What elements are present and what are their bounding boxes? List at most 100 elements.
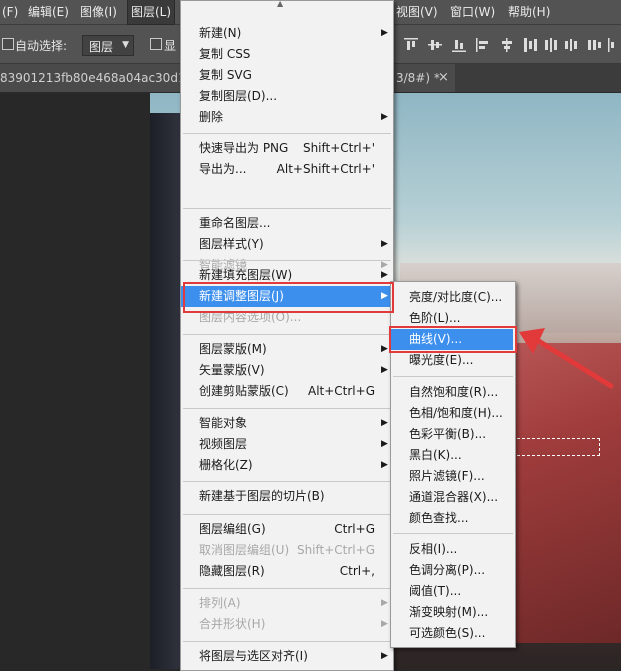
menu-item-shortcut: Ctrl+G xyxy=(334,522,375,536)
layer-menu-item[interactable]: 新建基于图层的切片(B) xyxy=(181,486,391,507)
layer-menu-item[interactable]: 图层编组(G) Ctrl+G xyxy=(181,519,391,540)
layer-menu-item[interactable]: 智能对象 ▶ xyxy=(181,413,391,434)
align-hcenter-icon[interactable] xyxy=(500,38,514,52)
submenu-arrow-icon: ▶ xyxy=(381,418,388,428)
align-top-icon[interactable] xyxy=(404,38,418,52)
submenu-arrow-icon: ▶ xyxy=(381,112,388,122)
menu-item-label: 复制图层(D)... xyxy=(199,89,278,103)
layer-menu-item[interactable]: 栅格化(Z) ▶ xyxy=(181,455,391,476)
align-right-icon[interactable] xyxy=(524,38,538,52)
document-tab-title-suffix: 3/8#) * xyxy=(396,71,440,85)
layer-menu-item[interactable]: 矢量蒙版(V) ▶ xyxy=(181,360,391,381)
menu-window[interactable]: 窗口(W) xyxy=(450,0,495,24)
layer-menu-item: 合并形状(H) ▶ xyxy=(181,614,391,635)
distribute-right-icon[interactable] xyxy=(608,38,621,52)
menu-separator xyxy=(183,334,391,335)
menu-item-label: 色调分离(P)... xyxy=(409,563,486,577)
menu-item-shortcut: Shift+Ctrl+' xyxy=(302,141,375,155)
menu-separator xyxy=(393,533,513,534)
distribute-icon[interactable] xyxy=(544,38,558,52)
layer-menu-item[interactable]: 隐藏图层(R) Ctrl+, xyxy=(181,561,391,582)
adjustment-menu-item[interactable]: 照片滤镜(F)... xyxy=(391,466,513,487)
adjustment-menu-item[interactable]: 黑白(K)... xyxy=(391,445,513,466)
menu-item-label: 创建剪贴蒙版(C) xyxy=(199,384,289,398)
layer-menu-item: 排列(A) ▶ xyxy=(181,593,391,614)
submenu-arrow-icon: ▶ xyxy=(381,28,388,38)
layer-menu-item[interactable]: 创建剪贴蒙版(C) Alt+Ctrl+G xyxy=(181,381,391,402)
selection-marquee[interactable] xyxy=(512,438,600,456)
menu-separator xyxy=(183,408,391,409)
adjustment-menu-item[interactable]: 可选颜色(S)... xyxy=(391,623,513,644)
adjustment-menu-item[interactable]: 通道混合器(X)... xyxy=(391,487,513,508)
menu-item-label: 反相(I)... xyxy=(409,542,458,556)
adjustment-menu-item[interactable]: 亮度/对比度(C)... xyxy=(391,287,513,308)
distribute-horizontal-icon[interactable] xyxy=(564,38,578,52)
menu-help[interactable]: 帮助(H) xyxy=(508,0,550,24)
menu-item-label: 渐变映射(M)... xyxy=(409,605,489,619)
adjustment-menu-item[interactable]: 色调分离(P)... xyxy=(391,560,513,581)
auto-select-dropdown[interactable]: 图层 ▼ xyxy=(82,35,134,56)
layer-menu-item[interactable]: 复制 CSS xyxy=(181,44,391,65)
adjustment-menu-item[interactable]: 颜色查找... xyxy=(391,508,513,529)
layer-menu-item[interactable]: 复制图层(D)... xyxy=(181,86,391,107)
scroll-up-icon[interactable]: ▲ xyxy=(277,0,283,8)
adjustment-menu-item[interactable]: 渐变映射(M)... xyxy=(391,602,513,623)
submenu-arrow-icon: ▶ xyxy=(381,344,388,354)
menu-item-label: 导出为... xyxy=(199,162,247,176)
distribute-spacing-icon[interactable] xyxy=(588,38,602,52)
menu-item-shortcut: Alt+Shift+Ctrl+' xyxy=(276,162,375,176)
layer-menu-item[interactable]: 快速导出为 PNG Shift+Ctrl+' xyxy=(181,138,391,159)
layer-menu-item[interactable]: 视频图层 ▶ xyxy=(181,434,391,455)
layer-menu-item[interactable]: 将图层与选区对齐(I) ▶ xyxy=(181,646,391,667)
show-transform-label: 显 xyxy=(164,39,177,53)
menu-item-label: 快速导出为 PNG xyxy=(199,141,289,155)
menu-item-label: 通道混合器(X)... xyxy=(409,490,499,504)
submenu-arrow-icon: ▶ xyxy=(381,365,388,375)
layer-menu-item[interactable]: 删除 ▶ xyxy=(181,107,391,128)
menu-item-label: 曝光度(E)... xyxy=(409,353,474,367)
menu-item-shortcut: Alt+Ctrl+G xyxy=(307,384,375,398)
menu-separator xyxy=(183,133,391,134)
submenu-arrow-icon: ▶ xyxy=(381,439,388,449)
layer-menu-item[interactable]: 图层样式(Y) ▶ xyxy=(181,234,391,255)
annotation-arrow-icon xyxy=(519,328,614,389)
submenu-arrow-icon: ▶ xyxy=(381,651,388,661)
adjustment-menu-item[interactable]: 自然饱和度(R)... xyxy=(391,382,513,403)
menu-item-label: 合并形状(H) xyxy=(199,617,266,631)
adjustment-menu-item[interactable]: 色相/饱和度(H)... xyxy=(391,403,513,424)
align-left-icon[interactable] xyxy=(476,38,490,52)
close-icon[interactable]: × xyxy=(438,70,449,85)
menu-separator xyxy=(183,641,391,642)
menu-item-label: 颜色查找... xyxy=(409,511,469,525)
align-bottom-icon[interactable] xyxy=(452,38,466,52)
layer-menu-item[interactable]: 重命名图层... xyxy=(181,213,391,234)
adjustment-menu-item[interactable]: 色彩平衡(B)... xyxy=(391,424,513,445)
menu-layer[interactable]: 图层(L) xyxy=(126,0,176,25)
layer-menu: ▲ 新建(N) ▶ 复制 CSS 复制 SVG 复制图层(D)... 删除 ▶ 快速导出为 P… xyxy=(180,0,394,671)
menu-separator xyxy=(183,208,391,209)
layer-menu-item[interactable]: 导出为... Alt+Shift+Ctrl+' xyxy=(181,159,391,180)
submenu-arrow-icon: ▶ xyxy=(381,460,388,470)
align-vcenter-icon[interactable] xyxy=(428,38,442,52)
annotation-box-adjustment-layer xyxy=(183,282,394,313)
menu-image[interactable]: 图像(I) xyxy=(80,0,117,24)
menu-view[interactable]: 视图(V) xyxy=(396,0,438,24)
menu-item-label: 视频图层 xyxy=(199,437,248,451)
submenu-arrow-icon: ▶ xyxy=(381,598,388,608)
menu-file[interactable]: (F) xyxy=(2,0,18,24)
adjustment-menu-item[interactable]: 阈值(T)... xyxy=(391,581,513,602)
menu-item-label: 智能对象 xyxy=(199,416,248,430)
adjustment-menu-item[interactable]: 曝光度(E)... xyxy=(391,350,513,371)
menu-item-label: 排列(A) xyxy=(199,596,241,610)
show-transform-checkbox[interactable] xyxy=(150,38,162,50)
menu-item-label: 矢量蒙版(V) xyxy=(199,363,265,377)
layer-menu-item[interactable]: 图层蒙版(M) ▶ xyxy=(181,339,391,360)
menu-item-shortcut: Shift+Ctrl+G xyxy=(296,543,375,557)
layer-menu-item[interactable]: 新建(N) ▶ xyxy=(181,23,391,44)
menu-edit[interactable]: 编辑(E) xyxy=(28,0,69,24)
adjustment-menu-item[interactable]: 反相(I)... xyxy=(391,539,513,560)
layer-menu-item: 取消图层编组(U) Shift+Ctrl+G xyxy=(181,540,391,561)
menu-item-label: 删除 xyxy=(199,110,224,124)
auto-select-checkbox[interactable] xyxy=(2,38,14,50)
layer-menu-item[interactable]: 复制 SVG xyxy=(181,65,391,86)
